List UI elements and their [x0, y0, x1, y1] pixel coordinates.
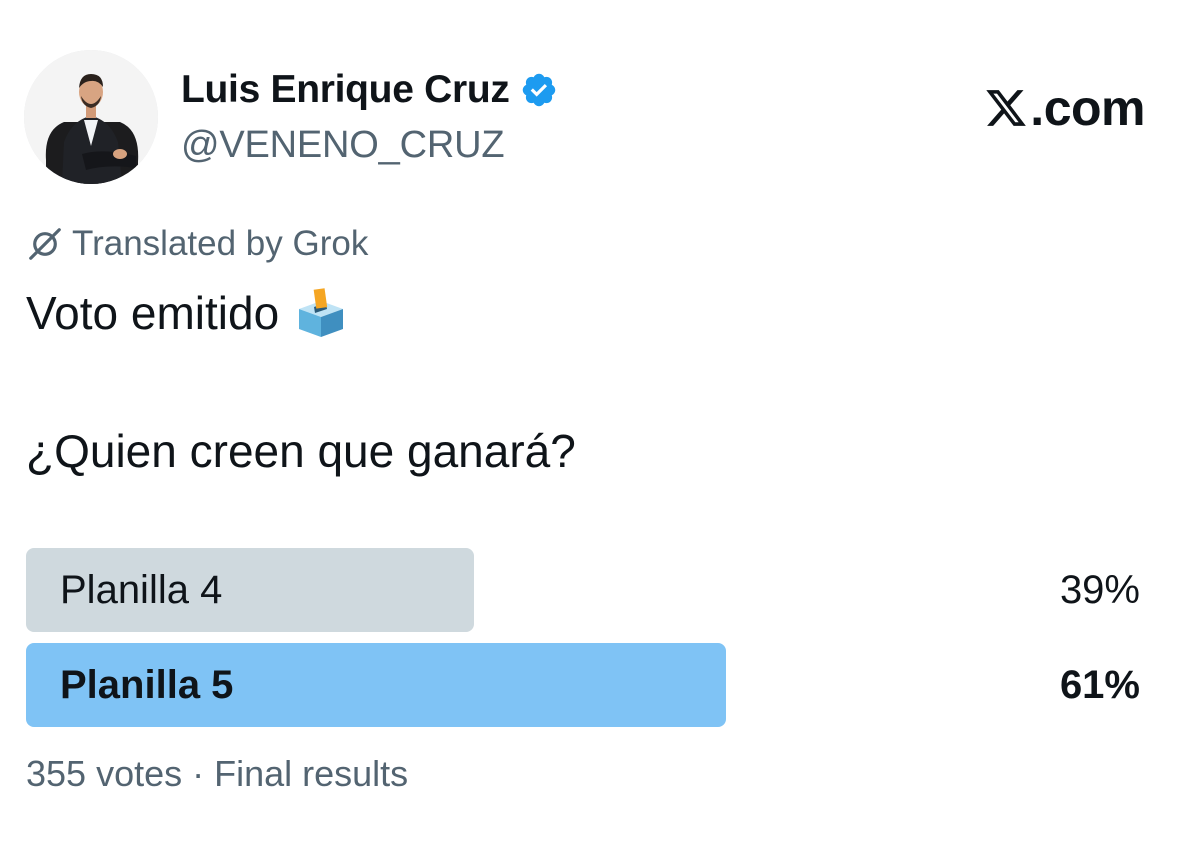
poll-option-label: Planilla 4	[60, 568, 223, 612]
poll-option-winner[interactable]: Planilla 5 61%	[26, 643, 1146, 727]
translation-notice[interactable]: Translated by Grok	[26, 222, 368, 266]
ballot-box-icon	[299, 288, 344, 337]
verified-badge-icon	[522, 73, 555, 107]
tweet-text-line-2: ¿Quien creen que ganará?	[26, 425, 576, 477]
author-display-name[interactable]: Luis Enrique Cruz	[181, 64, 510, 116]
poll-option[interactable]: Planilla 4 39%	[26, 548, 1146, 632]
poll-option-percent: 61%	[1059, 663, 1140, 707]
translation-label: Translated by Grok	[72, 224, 369, 263]
grok-icon	[29, 228, 61, 260]
tweet-text-line-1: Voto emitido	[26, 284, 347, 342]
author-name-row[interactable]: Luis Enrique Cruz	[181, 64, 558, 116]
poll-footer: 355 votes · Final results	[26, 753, 409, 794]
avatar[interactable]	[24, 50, 158, 184]
brand-domain: .com	[1030, 80, 1145, 136]
x-logo-icon	[986, 90, 1027, 126]
profile-photo	[24, 50, 158, 184]
poll-option-percent: 39%	[1059, 568, 1140, 612]
poll-option-label: Planilla 5	[60, 663, 234, 707]
tweet-text: Voto emitido	[26, 287, 280, 339]
author-handle[interactable]: @VENENO_CRUZ	[181, 120, 505, 170]
brand-watermark: .com	[984, 80, 1145, 136]
